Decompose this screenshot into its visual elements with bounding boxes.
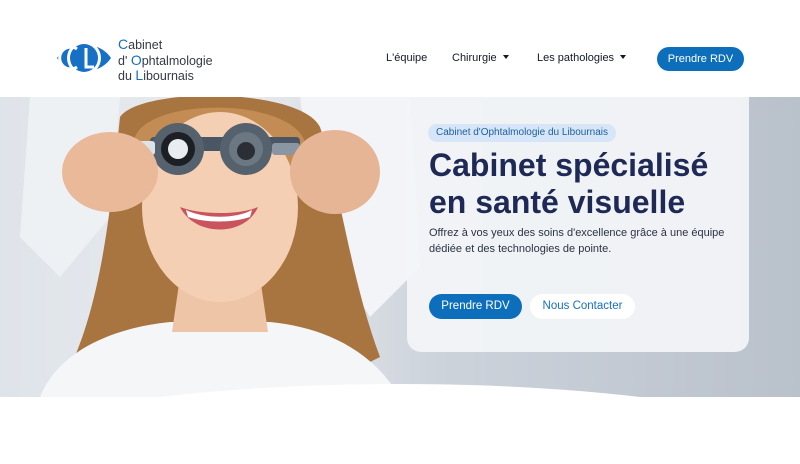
hero-subtitle: Offrez à vos yeux des soins d'excellence… bbox=[429, 227, 725, 255]
nav-item-label: Chirurgie bbox=[452, 52, 497, 64]
hero-badge: Cabinet d'Ophtalmologie du Libournais bbox=[428, 124, 617, 142]
contact-button[interactable]: Nous Contacter bbox=[530, 294, 635, 319]
nav-item-label: Les pathologies bbox=[537, 52, 615, 64]
brand-name: Cabinet d' Ophtalmologie du Libournais bbox=[118, 36, 213, 83]
site-header: Cabinet d' Ophtalmologie du Libournais L… bbox=[0, 0, 800, 97]
nav-item-equipe[interactable]: L'équipe bbox=[386, 52, 427, 64]
eye-logo-icon bbox=[57, 41, 111, 75]
patient-eye-exam-photo bbox=[20, 97, 420, 397]
hero-title: Cabinet spécialisé en santé visuelle bbox=[429, 147, 709, 220]
header-appointment-button[interactable]: Prendre RDV bbox=[657, 47, 744, 71]
chevron-down-icon bbox=[502, 55, 509, 59]
nav-item-pathologies[interactable]: Les pathologies bbox=[537, 52, 627, 64]
nav-item-label: L'équipe bbox=[386, 52, 428, 64]
appointment-button[interactable]: Prendre RDV bbox=[429, 294, 522, 319]
chevron-down-icon bbox=[620, 55, 627, 59]
nav-item-chirurgie[interactable]: Chirurgie bbox=[452, 52, 509, 64]
hero-section: Cabinet d'Ophtalmologie du Libournais Ca… bbox=[0, 97, 800, 397]
brand-logo[interactable]: Cabinet d' Ophtalmologie du Libournais bbox=[55, 34, 225, 84]
